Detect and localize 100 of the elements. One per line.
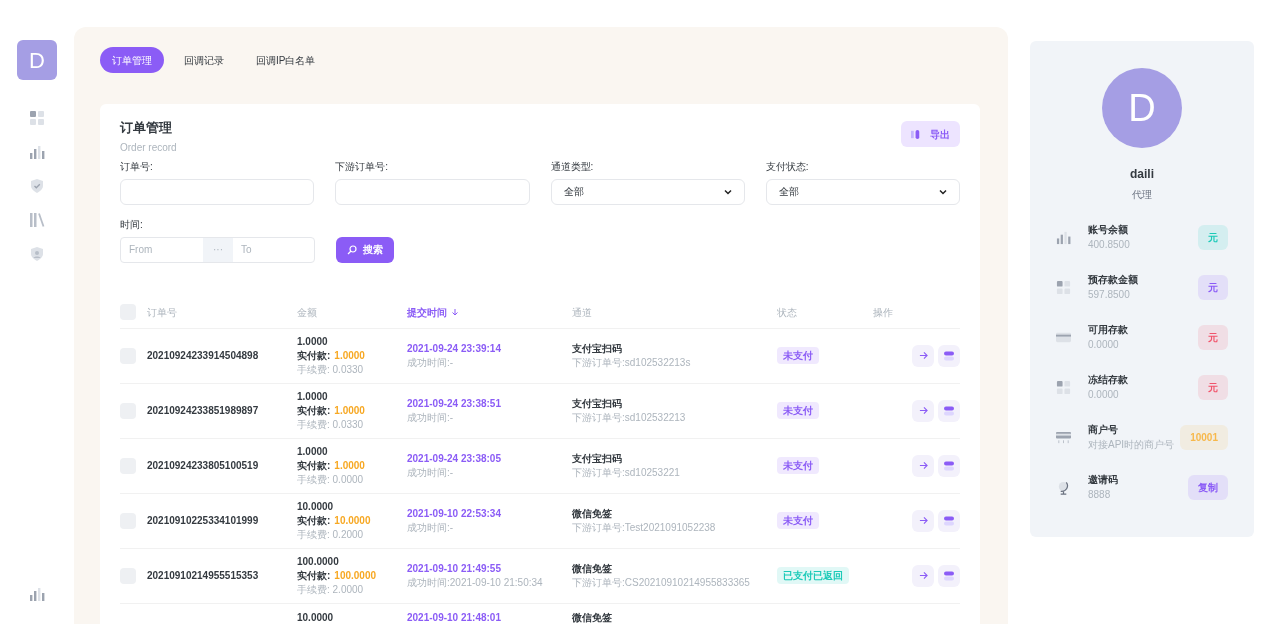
toggle-button[interactable] — [938, 564, 960, 587]
channel-name: 支付宝扫码 — [572, 396, 623, 411]
chevron-down-icon — [723, 187, 732, 196]
downstream-order: 下游订单号:Test2021091052238 — [572, 520, 717, 535]
channel-name: 微信免签 — [572, 561, 613, 576]
status-badge: 未支付 — [777, 402, 819, 419]
order-number: 20210910225334101999 — [147, 515, 259, 526]
toggle-button[interactable] — [938, 509, 960, 532]
fee-text: 手续费: 0.0330 — [297, 417, 365, 432]
sort-down-icon — [451, 308, 459, 316]
detail-button[interactable] — [912, 399, 934, 422]
submit-time: 2021-09-24 23:39:14 — [407, 341, 502, 356]
from-date-input[interactable]: From — [121, 237, 203, 262]
globe-icon — [1056, 479, 1071, 495]
input-field[interactable] — [120, 178, 315, 205]
stat-badge: 元 — [1198, 274, 1228, 300]
arrow-right-icon — [918, 461, 928, 470]
detail-button[interactable] — [912, 454, 934, 477]
toggle-icon — [944, 570, 954, 581]
sidebar-nav-button[interactable] — [28, 144, 46, 160]
detail-button[interactable] — [912, 564, 934, 587]
column-header[interactable]: 提交时间 — [407, 304, 459, 320]
bar-chart-icon — [29, 144, 45, 160]
field-label: 下游订单号: — [335, 159, 390, 174]
tab[interactable]: 回调记录 — [172, 47, 236, 73]
sidebar-nav-button[interactable] — [28, 178, 46, 194]
paid-label: 实付款: — [297, 513, 331, 528]
channel-name: 支付宝扫码 — [572, 451, 623, 466]
toggle-button[interactable] — [938, 399, 960, 422]
paid-amount: 1.0000 — [334, 458, 365, 473]
tab[interactable]: 订单管理 — [100, 47, 164, 73]
sidebar-nav-button[interactable] — [28, 212, 46, 228]
stat-value: 400.8500 — [1088, 238, 1131, 252]
success-time: 成功时间:2021-09-10 21:50:34 — [407, 575, 544, 590]
sidebar-nav-button[interactable] — [28, 110, 46, 126]
stat-value: 0.0000 — [1088, 388, 1120, 402]
success-time: 成功时间:- — [407, 465, 455, 480]
input-field[interactable] — [335, 178, 530, 205]
column-header: 订单号 — [147, 305, 177, 320]
channel-name: 支付宝扫码 — [572, 341, 623, 356]
paid-amount: 1.0000 — [334, 348, 365, 363]
stat-badge: 元 — [1198, 374, 1228, 400]
submit-time: 2021-09-24 23:38:51 — [407, 396, 502, 411]
search-button[interactable]: 搜索 — [336, 236, 394, 263]
downstream-order: 下游订单号:sd102532213s — [572, 355, 692, 370]
field-label: 订单号: — [120, 159, 154, 174]
stat-label: 邀请码 — [1088, 473, 1119, 487]
stat-label: 可用存款 — [1088, 323, 1129, 337]
export-button[interactable]: 导出 — [901, 121, 960, 147]
amount: 1.0000 — [297, 389, 329, 404]
stat-value: 8888 — [1088, 488, 1112, 502]
channel-name: 微信免签 — [572, 611, 612, 623]
paid-amount: 10.0000 — [334, 513, 371, 528]
fee-text: 手续费: 0.0000 — [297, 472, 365, 487]
detail-button[interactable] — [912, 509, 934, 532]
search-icon — [347, 244, 357, 255]
card-title: 订单管理 — [120, 119, 173, 137]
stat-badge[interactable]: 复制 — [1188, 474, 1228, 500]
channel-name: 微信免签 — [572, 506, 613, 521]
success-time: 成功时间:- — [407, 410, 455, 425]
shield-user-icon — [29, 246, 45, 262]
toggle-button[interactable] — [938, 454, 960, 477]
profile-role: 代理 — [1132, 188, 1152, 202]
fee-text: 手续费: 2.0000 — [297, 582, 365, 597]
paid-label: 实付款: — [297, 458, 331, 473]
sidebar-nav-button[interactable] — [28, 586, 46, 602]
status-badge: 已支付已返回 — [777, 567, 849, 584]
field-label: 支付状态: — [765, 159, 810, 174]
stat-value: 597.8500 — [1088, 288, 1131, 302]
shield-check-icon — [29, 178, 45, 194]
bar-chart-icon — [29, 586, 45, 602]
stat-label: 商户号 — [1088, 423, 1119, 437]
submit-time: 2021-09-24 23:38:05 — [407, 451, 502, 466]
select-field[interactable]: 全部 — [550, 178, 745, 205]
field-label: 时间: — [120, 217, 144, 232]
paid-label: 实付款: — [297, 403, 331, 418]
tab[interactable]: 回调IP白名单 — [244, 47, 328, 73]
export-icon — [911, 128, 922, 140]
toggle-icon — [944, 350, 954, 361]
downstream-order: 下游订单号:CS20210910214955833365 — [572, 575, 751, 590]
amount: 1.0000 — [297, 444, 329, 459]
stat-badge: 10001 — [1180, 424, 1228, 450]
toggle-button[interactable] — [938, 344, 960, 367]
fee-text: 手续费: 0.0330 — [297, 362, 365, 377]
amount: 10.0000 — [297, 611, 334, 623]
user-avatar[interactable]: D — [17, 40, 57, 80]
sidebar-nav-button[interactable] — [28, 246, 46, 262]
select-field[interactable]: 全部 — [765, 178, 960, 205]
grid-icon — [29, 110, 45, 126]
paid-label: 实付款: — [297, 568, 331, 583]
to-date-input[interactable]: To — [233, 237, 313, 262]
detail-button[interactable] — [912, 344, 934, 367]
success-time: 成功时间:- — [407, 355, 455, 370]
stat-label: 冻结存款 — [1088, 373, 1129, 387]
stat-badge: 元 — [1198, 224, 1228, 250]
submit-time: 2021-09-10 21:49:55 — [407, 561, 502, 576]
toggle-icon — [944, 515, 954, 526]
stat-value: 0.0000 — [1088, 338, 1120, 352]
fee-text: 手续费: 0.2000 — [297, 527, 365, 542]
stat-label: 账号余额 — [1088, 223, 1129, 237]
